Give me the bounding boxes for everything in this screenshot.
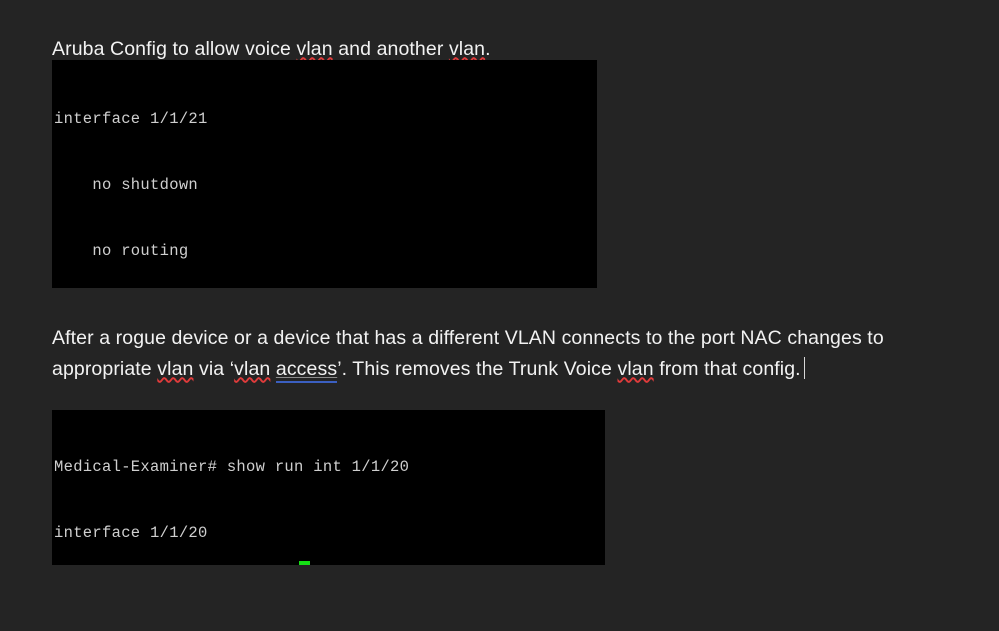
- misspelled-word-vlan[interactable]: vlan: [449, 38, 485, 60]
- terminal-cursor-clipped: [299, 561, 310, 565]
- terminal-code-block-1[interactable]: interface 1/1/21 no shutdown no routing …: [52, 60, 597, 288]
- code-line: interface 1/1/21: [52, 108, 597, 130]
- code-line: interface 1/1/20: [52, 522, 605, 544]
- terminal-prompt-line: Medical-Examiner# show run int 1/1/20: [52, 456, 605, 478]
- misspelled-word-vlan[interactable]: vlan: [157, 358, 193, 380]
- grammar-flagged-word-access[interactable]: access: [276, 358, 337, 383]
- misspelled-word-vlan[interactable]: vlan: [617, 358, 653, 380]
- paragraph-2-text-part-5: from that config.: [654, 358, 801, 380]
- document-body[interactable]: Aruba Config to allow voice vlan and ano…: [0, 0, 999, 631]
- text-caret: [804, 357, 805, 379]
- misspelled-word-vlan[interactable]: vlan: [297, 38, 333, 60]
- terminal-code-block-2[interactable]: Medical-Examiner# show run int 1/1/20 in…: [52, 410, 605, 565]
- paragraph-1-text-part-2: and another: [333, 38, 449, 60]
- code-line: no shutdown: [52, 174, 597, 196]
- paragraph-2-text-part-4: ’. This removes the Trunk Voice: [337, 358, 617, 380]
- paragraph-1-text-part-3: .: [485, 38, 491, 60]
- misspelled-word-vlan[interactable]: vlan: [234, 358, 270, 380]
- paragraph-2-text-part-2: via ‘: [193, 358, 234, 380]
- code-line: no routing: [52, 240, 597, 262]
- paragraph-explanation[interactable]: After a rogue device or a device that ha…: [52, 323, 892, 385]
- paragraph-1-text-part-1: Aruba Config to allow voice: [52, 38, 297, 60]
